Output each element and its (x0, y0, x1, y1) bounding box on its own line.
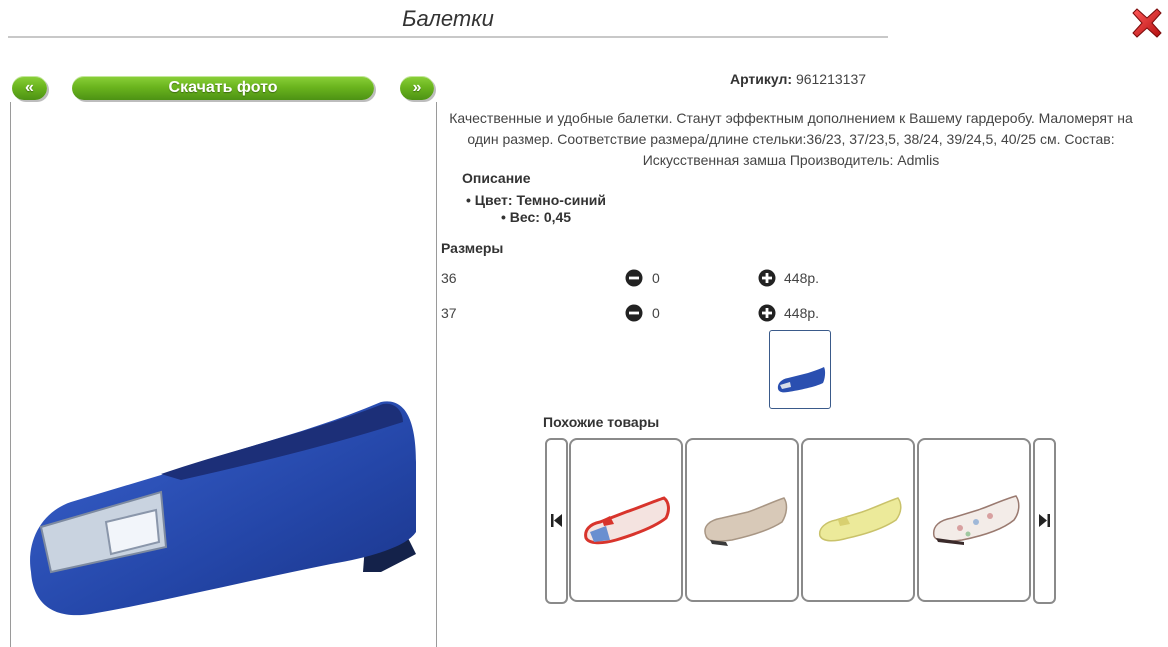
main-photo (10, 102, 437, 647)
shoe-thumbnail-image (777, 367, 826, 393)
next-photo-button[interactable]: » (400, 76, 434, 100)
close-icon[interactable] (1131, 7, 1163, 39)
similar-product-item[interactable] (685, 438, 799, 602)
prev-photo-button[interactable]: « (12, 76, 47, 100)
yellow-flat-image (818, 497, 902, 542)
photo-thumbnail[interactable] (769, 330, 831, 409)
page-title: Балетки (8, 4, 888, 38)
size-value: 36 (441, 270, 457, 286)
plus-icon[interactable] (758, 269, 776, 287)
similar-product-item[interactable] (569, 438, 683, 602)
weight-detail: • Вес: 0,45 (501, 209, 572, 225)
article-label: Артикул: (729, 71, 793, 87)
sizes-title: Размеры (441, 240, 504, 256)
price-value: 448р. (784, 305, 820, 321)
product-description: Качественные и удобные балетки. Станут э… (449, 110, 1133, 168)
beige-flat-image (704, 497, 788, 546)
details-title: Описание (462, 170, 531, 186)
size-value: 37 (441, 305, 457, 321)
skip-forward-icon (1039, 514, 1050, 527)
minus-icon[interactable] (625, 269, 643, 287)
skip-back-icon (551, 514, 562, 527)
shoe-image (30, 401, 417, 616)
price-value: 448р. (784, 270, 820, 286)
floral-loafer-image (932, 495, 1020, 545)
download-photo-button[interactable]: Скачать фото (72, 76, 374, 100)
plus-icon[interactable] (758, 304, 776, 322)
quantity-value: 0 (652, 305, 660, 321)
color-detail: • Цвет: Темно-синий (466, 192, 606, 208)
minus-icon[interactable] (625, 304, 643, 322)
quantity-value: 0 (652, 270, 660, 286)
article-value: 961213137 (795, 71, 867, 87)
carousel-next-button[interactable] (1033, 438, 1056, 604)
similar-product-item[interactable] (801, 438, 915, 602)
red-flat-image (584, 496, 670, 545)
size-row: 36 0 448р. (441, 268, 861, 288)
similar-products-title: Похожие товары (543, 414, 660, 430)
article-line: Артикул: 961213137 (440, 71, 1156, 87)
similar-product-item[interactable] (917, 438, 1031, 602)
carousel-prev-button[interactable] (545, 438, 568, 604)
size-row: 37 0 448р. (441, 303, 861, 323)
